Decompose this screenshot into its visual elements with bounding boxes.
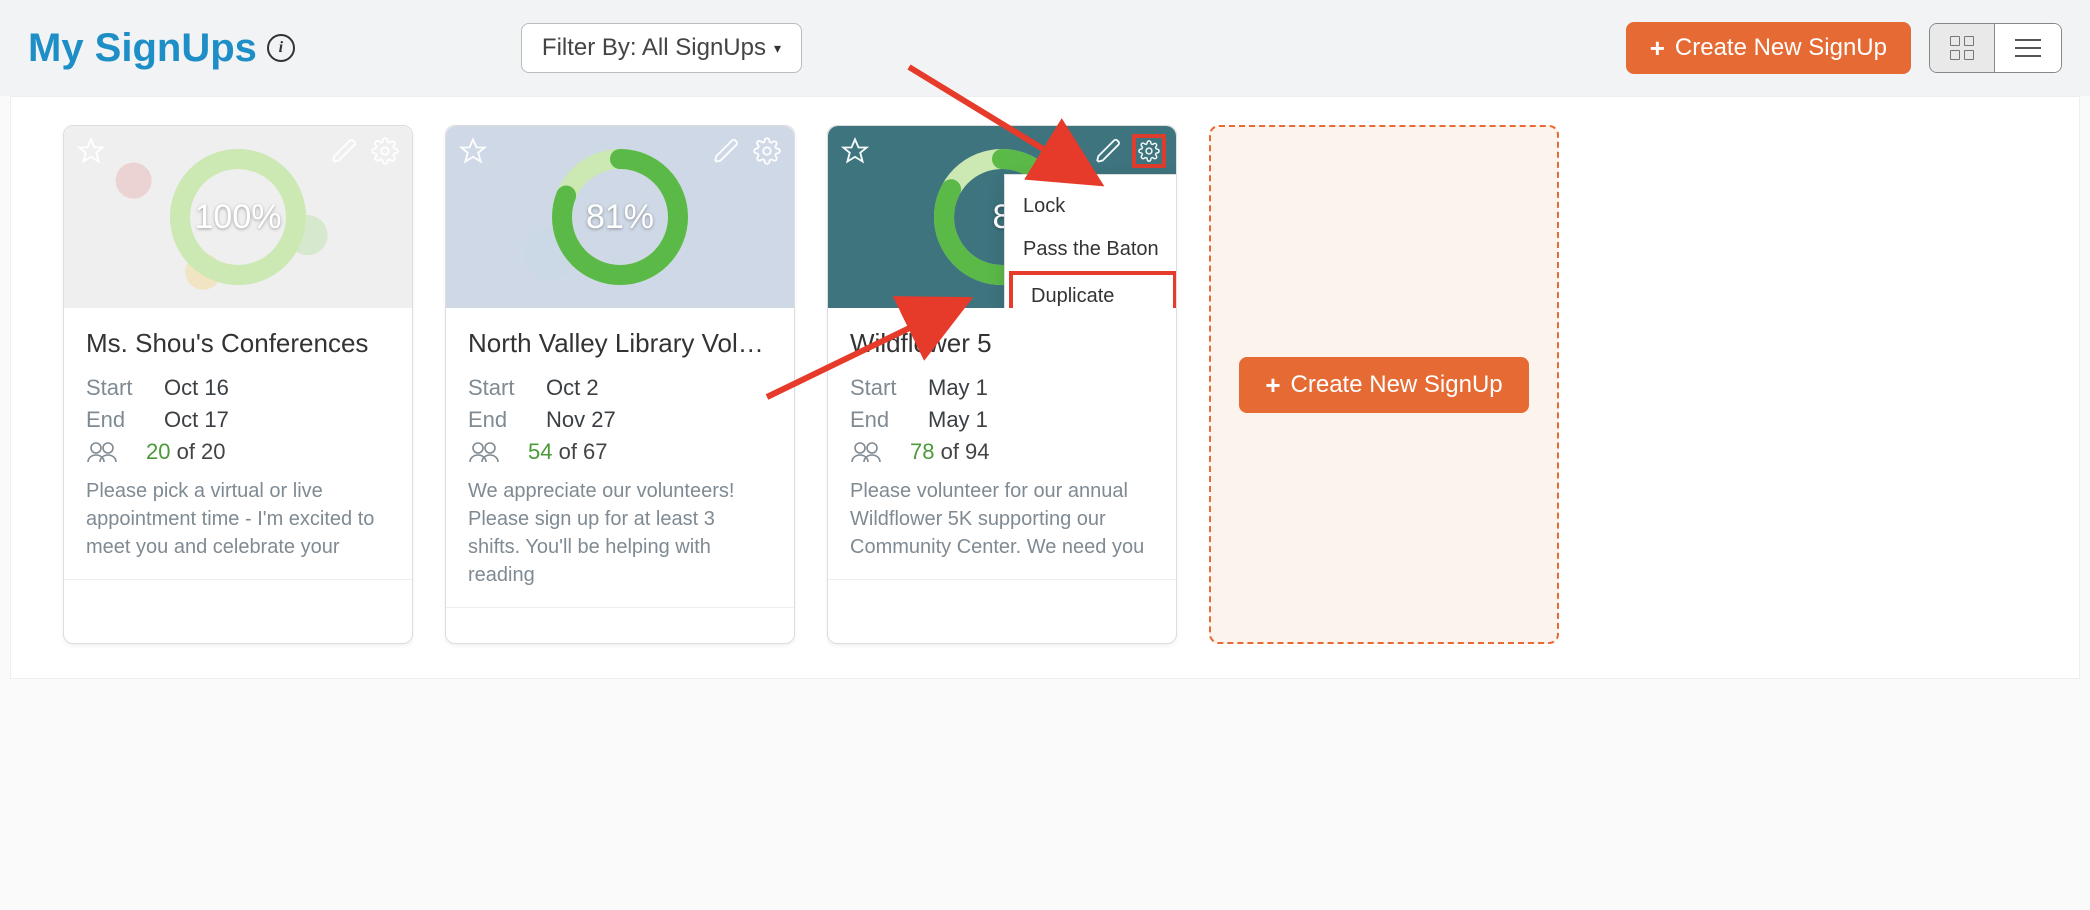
annotation-highlight: Duplicate Reset (beta) [1009, 271, 1176, 308]
menu-item-lock[interactable]: Lock [1005, 185, 1176, 228]
signup-card[interactable]: 81% North Valley Library Volu... Start O… [445, 125, 795, 644]
progress-percent: 81% [545, 142, 695, 292]
create-signup-button-card[interactable]: + Create New SignUp [1239, 357, 1528, 413]
end-label: End [86, 407, 164, 433]
end-val: May 1 [928, 407, 988, 433]
header-bar: My SignUps i Filter By: All SignUps ▾ + … [0, 0, 2090, 96]
count-current: 54 [528, 439, 552, 464]
people-icon [850, 440, 910, 464]
start-val: Oct 16 [164, 375, 229, 401]
create-label: Create New SignUp [1675, 34, 1887, 62]
filter-dropdown[interactable]: Filter By: All SignUps ▾ [521, 23, 802, 73]
edit-icon[interactable] [1092, 134, 1126, 168]
plus-icon: + [1650, 35, 1665, 61]
start-label: Start [850, 375, 928, 401]
progress-ring: 81% [545, 142, 695, 292]
end-val: Oct 17 [164, 407, 229, 433]
grid-icon [1950, 36, 1974, 60]
start-val: Oct 2 [546, 375, 599, 401]
edit-icon[interactable] [328, 134, 362, 168]
star-icon[interactable] [838, 134, 872, 168]
create-signup-button[interactable]: + Create New SignUp [1626, 22, 1911, 74]
gear-icon[interactable] [368, 134, 402, 168]
progress-ring: 100% [163, 142, 313, 292]
star-icon[interactable] [74, 134, 108, 168]
end-label: End [850, 407, 928, 433]
card-header: 81% [446, 126, 794, 308]
people-icon [86, 440, 146, 464]
card-footer [446, 607, 794, 643]
page-title-text: My SignUps [28, 26, 257, 71]
start-label: Start [86, 375, 164, 401]
end-label: End [468, 407, 546, 433]
card-desc: Please pick a virtual or live appointmen… [86, 477, 390, 561]
view-toggle [1929, 23, 2062, 73]
count-total: of 94 [934, 439, 989, 464]
people-icon [468, 440, 528, 464]
edit-icon[interactable] [710, 134, 744, 168]
cards-row: 100% Ms. Shou's Conferences Start Oct 16… [10, 96, 2080, 679]
start-label: Start [468, 375, 546, 401]
create-label: Create New SignUp [1291, 371, 1503, 399]
signup-card[interactable]: 100% Ms. Shou's Conferences Start Oct 16… [63, 125, 413, 644]
count-total: of 67 [552, 439, 607, 464]
card-desc: We appreciate our volunteers! Please sig… [468, 477, 772, 589]
new-signup-card[interactable]: + Create New SignUp [1209, 125, 1559, 644]
card-footer [828, 579, 1176, 615]
gear-icon[interactable] [1132, 134, 1166, 168]
gear-dropdown-menu: Lock Pass the Baton Duplicate Reset (bet… [1004, 174, 1176, 308]
menu-item-duplicate[interactable]: Duplicate [1013, 275, 1173, 308]
card-title: Ms. Shou's Conferences [86, 328, 390, 359]
plus-icon: + [1265, 372, 1280, 398]
list-view-button[interactable] [1994, 24, 2061, 72]
grid-view-button[interactable] [1930, 24, 1994, 72]
signup-card[interactable]: 8 Lock Pass the Baton Duplicate Reset (b… [827, 125, 1177, 644]
progress-percent: 100% [163, 142, 313, 292]
chevron-down-icon: ▾ [774, 40, 781, 57]
page-title: My SignUps i [28, 26, 295, 71]
card-desc: Please volunteer for our annual Wildflow… [850, 477, 1154, 561]
menu-item-pass-baton[interactable]: Pass the Baton [1005, 228, 1176, 271]
end-val: Nov 27 [546, 407, 616, 433]
card-header: 100% [64, 126, 412, 308]
card-title: North Valley Library Volu... [468, 328, 772, 359]
info-icon[interactable]: i [267, 34, 295, 62]
count-total: of 20 [170, 439, 225, 464]
gear-icon[interactable] [750, 134, 784, 168]
count-current: 20 [146, 439, 170, 464]
list-icon [2015, 39, 2041, 57]
filter-label: Filter By: All SignUps [542, 34, 766, 62]
card-header: 8 Lock Pass the Baton Duplicate Reset (b… [828, 126, 1176, 308]
card-footer [64, 579, 412, 615]
card-title: Wildflower 5 [850, 328, 1154, 359]
start-val: May 1 [928, 375, 988, 401]
count-current: 78 [910, 439, 934, 464]
star-icon[interactable] [456, 134, 490, 168]
